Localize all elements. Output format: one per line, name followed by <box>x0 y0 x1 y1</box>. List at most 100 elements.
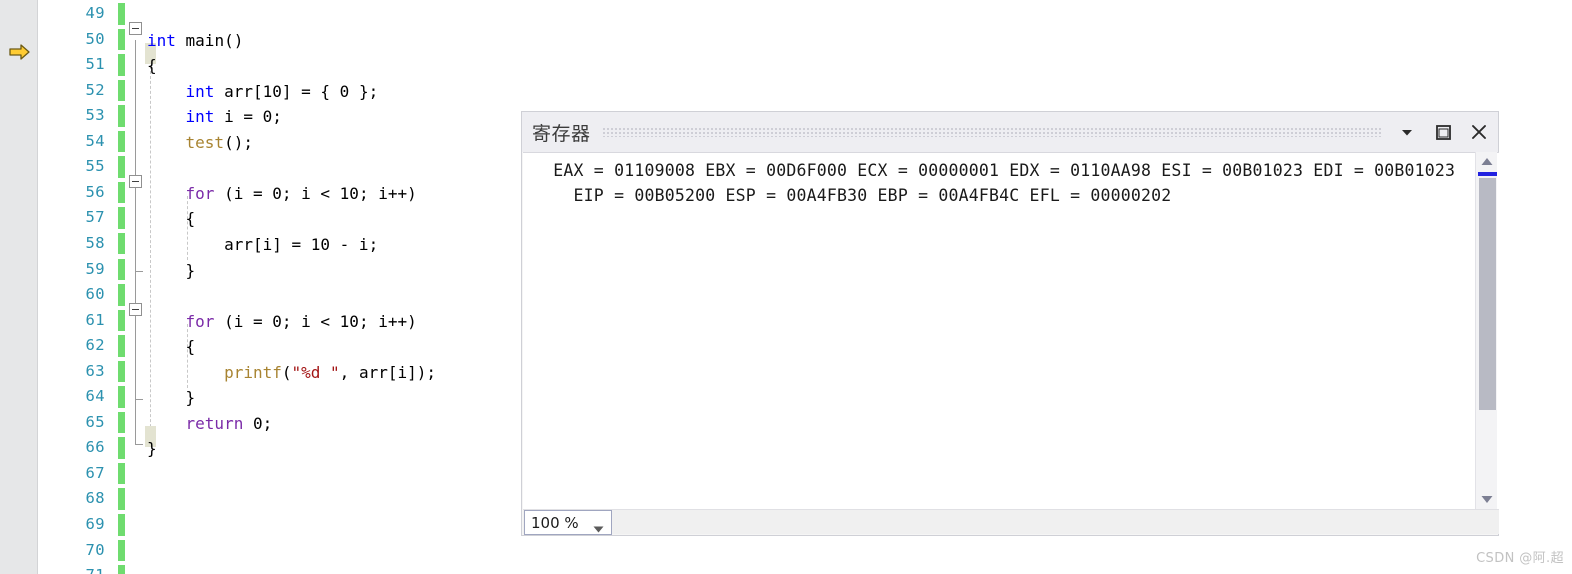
line-number: 59 <box>85 259 105 278</box>
close-button[interactable] <box>1462 115 1496 149</box>
code-token: 10 <box>310 234 331 254</box>
maximize-button[interactable] <box>1426 115 1460 149</box>
line-number: 68 <box>85 489 105 508</box>
screenshot-root: 49 50 51 52 53 54 55 56 57 58 59 60 61 62 63 64 65 66 67 68… <box>0 0 1572 574</box>
registers-titlebar[interactable]: 寄存器 <box>522 112 1498 152</box>
line-number: 58 <box>85 233 105 252</box>
fold-end-tick-for1 <box>135 271 143 272</box>
line-number: 54 <box>85 131 105 150</box>
fold-toggle-for2[interactable] <box>129 303 142 316</box>
code-token: arr[i] = <box>147 234 311 254</box>
code-line[interactable]: for (i = 0; i < 10; i++) <box>147 183 417 203</box>
code-token: } <box>147 439 157 459</box>
code-token: - i; <box>330 234 379 254</box>
change-bar-segment <box>118 539 125 562</box>
registers-tool-window[interactable]: 寄存器 EAX = 01109008 EBX = 00D6F000 ECX = … <box>521 111 1499 536</box>
code-line[interactable]: int main() <box>147 30 244 50</box>
zoom-level-combobox[interactable]: 100 % <box>524 510 612 535</box>
code-token: int <box>185 107 215 127</box>
line-number: 52 <box>85 80 105 99</box>
code-token: (); <box>224 132 253 152</box>
code-line[interactable]: } <box>147 441 157 457</box>
line-number-gutter: 49 50 51 52 53 54 55 56 57 58 59 60 61 62 63 64 65 66 67 68… <box>39 0 115 574</box>
code-token: { <box>147 337 196 357</box>
code-token: int <box>147 30 176 50</box>
change-bar-segment <box>118 335 125 357</box>
code-token: main() <box>175 30 244 50</box>
scroll-down-button[interactable] <box>1476 490 1498 510</box>
code-line[interactable]: } <box>147 390 196 406</box>
close-icon <box>1470 123 1488 141</box>
scroll-down-icon <box>1481 491 1493 509</box>
code-line[interactable]: int i = 0; <box>147 109 282 125</box>
change-bar-segment <box>118 232 125 255</box>
code-token: return <box>185 413 244 433</box>
registers-vertical-scrollbar[interactable] <box>1475 152 1497 510</box>
change-bar-segment <box>118 309 125 332</box>
code-line[interactable]: { <box>147 58 157 74</box>
indicator-margin[interactable] <box>0 0 38 574</box>
code-token: (i = <box>214 183 273 203</box>
line-number: 57 <box>85 208 105 227</box>
fold-line-for2 <box>135 316 136 400</box>
code-token: arr[ <box>214 81 263 101</box>
code-token: ; i++) <box>358 183 417 203</box>
change-bar-segment <box>118 156 125 178</box>
line-number: 53 <box>85 106 105 125</box>
code-line[interactable]: { <box>147 337 196 357</box>
code-line[interactable]: for (i = 0; i < 10; i++) <box>147 311 417 331</box>
code-token: i = <box>214 107 263 127</box>
line-number: 70 <box>85 540 105 559</box>
registers-content-pane[interactable]: EAX = 01109008 EBX = 00D6F000 ECX = 0000… <box>523 152 1499 510</box>
fold-toggle-main[interactable] <box>129 22 142 35</box>
code-token: test <box>185 132 225 152</box>
change-bar-segment <box>118 411 125 434</box>
code-line[interactable]: int arr[10] = { 0 }; <box>147 81 379 101</box>
change-bar-segment <box>118 105 125 127</box>
window-menu-dropdown-button[interactable] <box>1390 115 1424 149</box>
scrollbar-thumb[interactable] <box>1479 178 1496 410</box>
code-token: "%d " <box>291 362 340 382</box>
maximize-icon <box>1435 124 1452 141</box>
change-bar-segment <box>118 514 125 536</box>
registers-title: 寄存器 <box>532 122 591 145</box>
code-line[interactable]: { <box>147 211 196 227</box>
fold-end-tick-for2 <box>135 399 143 400</box>
scroll-position-marker <box>1478 172 1497 176</box>
change-bar-segment <box>118 437 125 459</box>
code-token: ; i < <box>281 311 340 331</box>
code-line[interactable]: return 0; <box>147 413 273 433</box>
scroll-up-button[interactable] <box>1476 152 1498 172</box>
line-number: 64 <box>85 387 105 406</box>
scroll-up-icon <box>1481 153 1493 171</box>
line-number: 63 <box>85 361 105 380</box>
fold-line-for1 <box>135 188 136 272</box>
code-token: 0 <box>262 107 273 127</box>
fold-toggle-for1[interactable] <box>129 175 142 188</box>
code-token: ; <box>272 107 282 127</box>
line-number: 61 <box>85 310 105 329</box>
code-line[interactable]: arr[i] = 10 - i; <box>147 234 379 254</box>
code-line[interactable]: printf("%d ", arr[i]); <box>147 362 436 382</box>
change-bar-segment <box>118 181 125 204</box>
code-token: ; i++) <box>358 311 417 331</box>
code-line[interactable]: } <box>147 262 196 279</box>
csdn-watermark: CSDN @阿.超 <box>1476 551 1564 566</box>
registers-footer: 100 % <box>523 509 1499 535</box>
line-number: 62 <box>85 336 105 355</box>
titlebar-drag-grip[interactable] <box>602 127 1382 137</box>
line-number: 56 <box>85 182 105 201</box>
code-token: 10 <box>262 81 282 101</box>
code-line[interactable]: test(); <box>147 132 253 152</box>
change-tracking-bar <box>118 0 125 574</box>
chevron-down-icon[interactable] <box>593 520 604 538</box>
register-line-2: EIP = 00B05200 ESP = 00A4FB30 EBP = 00A4… <box>533 186 1172 205</box>
change-bar-segment <box>118 28 125 51</box>
outlining-margin[interactable] <box>125 0 147 574</box>
zoom-level-value: 100 % <box>531 513 579 532</box>
